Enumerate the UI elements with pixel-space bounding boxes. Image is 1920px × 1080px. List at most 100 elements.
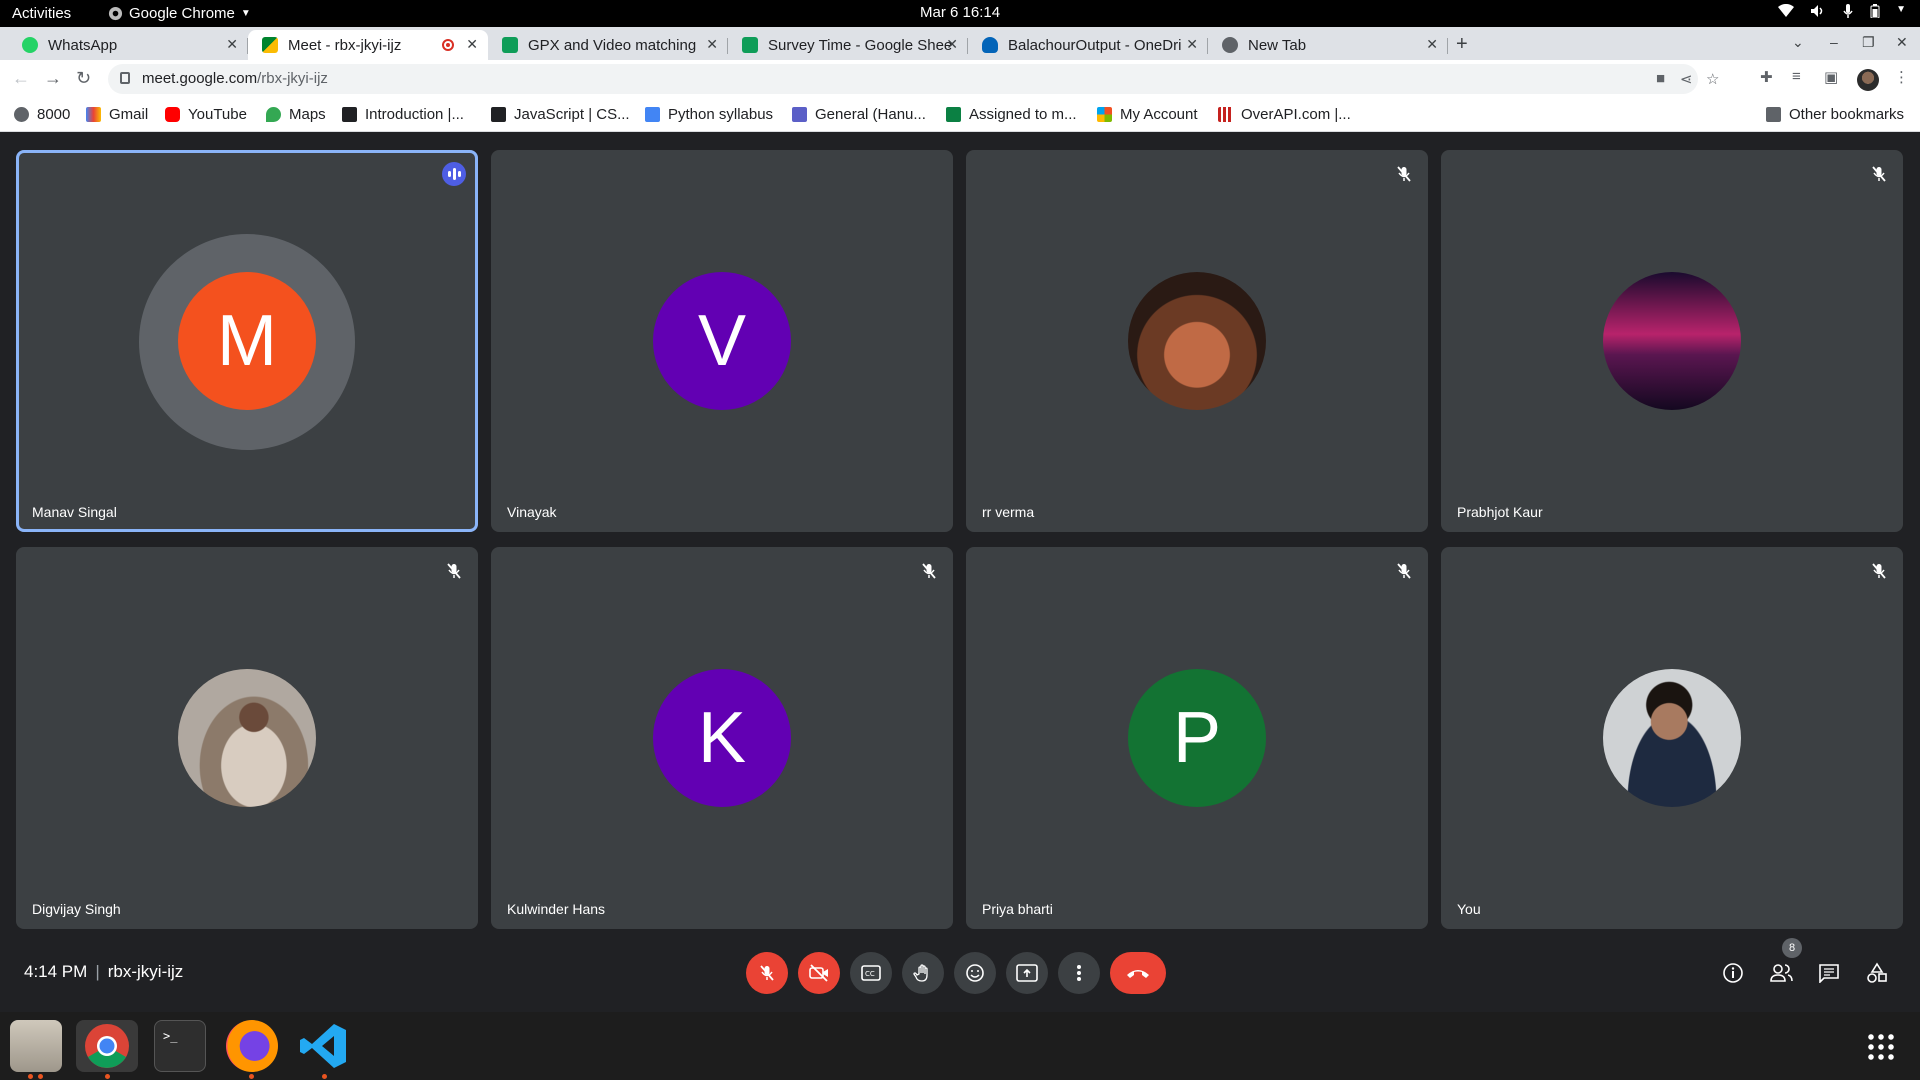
running-indicator: [249, 1074, 254, 1079]
tab-title: WhatsApp: [48, 36, 118, 54]
avatar-photo: [178, 669, 316, 807]
bookmark-overapi[interactable]: OverAPI.com |...: [1218, 106, 1351, 123]
firefox-icon[interactable]: [226, 1020, 278, 1072]
show-applications-icon[interactable]: [1866, 1032, 1896, 1062]
participant-tile[interactable]: M Manav Singal: [16, 150, 478, 532]
participant-tile[interactable]: rr verma: [966, 150, 1428, 532]
activities-panel-button[interactable]: [1864, 960, 1890, 986]
docs-icon: [645, 107, 660, 122]
bookmark-gmail[interactable]: Gmail: [86, 106, 148, 123]
mic-off-icon: [447, 563, 461, 579]
participant-tile[interactable]: P Priya bharti: [966, 547, 1428, 929]
toggle-camera-button[interactable]: [798, 952, 840, 994]
app-menu[interactable]: Google Chrome ▼: [108, 5, 251, 22]
bookmark-youtube[interactable]: YouTube: [165, 106, 247, 123]
bookmark-general[interactable]: General (Hanu...: [792, 106, 926, 123]
bookmark-maps[interactable]: Maps: [266, 106, 326, 123]
raise-hand-button[interactable]: [902, 952, 944, 994]
participant-tile[interactable]: Digvijay Singh: [16, 547, 478, 929]
camera-in-use-icon[interactable]: ■: [1656, 70, 1665, 87]
bookmark-assigned[interactable]: Assigned to m...: [946, 106, 1077, 123]
forward-icon[interactable]: →: [44, 68, 62, 89]
system-tray[interactable]: ▼: [1778, 4, 1906, 18]
battery-icon: [1870, 4, 1880, 18]
reload-icon[interactable]: ↻: [76, 68, 91, 89]
side-panel-icon[interactable]: ▣: [1824, 68, 1838, 86]
bookmark-label: Other bookmarks: [1789, 106, 1905, 123]
chrome-dock-icon[interactable]: [76, 1020, 138, 1072]
bookmark-label: JavaScript | CS...: [514, 106, 630, 123]
tab-gpx-video[interactable]: GPX and Video matching ✕: [488, 30, 728, 60]
maps-icon: [266, 107, 281, 122]
bookmark-label: Assigned to m...: [969, 106, 1077, 123]
youtube-icon: [165, 107, 180, 122]
reading-list-icon[interactable]: ≡: [1792, 68, 1801, 85]
more-options-button[interactable]: [1058, 952, 1100, 994]
people-button[interactable]: [1768, 960, 1794, 986]
caret-down-icon: ▼: [240, 8, 251, 19]
running-indicator: [28, 1074, 33, 1079]
bookmark-8000[interactable]: 8000: [14, 106, 70, 123]
bookmark-star-icon[interactable]: ☆: [1706, 70, 1719, 88]
close-tab-icon[interactable]: ✕: [946, 36, 958, 53]
participant-name: Kulwinder Hans: [507, 901, 606, 917]
bookmark-introduction[interactable]: Introduction |...: [342, 106, 464, 123]
tab-new-tab[interactable]: New Tab ✕: [1208, 30, 1448, 60]
avatar: V: [653, 272, 791, 410]
minimize-window-button[interactable]: –: [1830, 34, 1838, 50]
flag-icon: [946, 107, 961, 122]
hang-up-icon: [1127, 970, 1149, 978]
close-tab-icon[interactable]: ✕: [466, 36, 478, 53]
whatsapp-icon: [22, 37, 38, 53]
present-screen-button[interactable]: [1006, 952, 1048, 994]
bookmark-my-account[interactable]: My Account: [1097, 106, 1198, 123]
leave-call-button[interactable]: [1110, 952, 1166, 994]
meeting-info-button[interactable]: [1720, 960, 1746, 986]
tab-survey-time[interactable]: Survey Time - Google Shee ✕: [728, 30, 968, 60]
avatar-photo: [1128, 272, 1266, 410]
bookmark-javascript[interactable]: JavaScript | CS...: [491, 106, 630, 123]
participant-tile[interactable]: V Vinayak: [491, 150, 953, 532]
vscode-logo-icon: [300, 1024, 346, 1068]
other-bookmarks[interactable]: Other bookmarks: [1766, 106, 1904, 123]
files-icon[interactable]: [10, 1020, 62, 1072]
url-host: meet.google.com: [142, 70, 258, 87]
new-tab-button[interactable]: +: [1456, 33, 1468, 56]
participant-name: You: [1457, 901, 1481, 917]
tab-whatsapp[interactable]: WhatsApp ✕: [8, 30, 248, 60]
participant-tile[interactable]: K Kulwinder Hans: [491, 547, 953, 929]
chrome-menu-icon[interactable]: ⋮: [1894, 68, 1909, 86]
address-url[interactable]: meet.google.com/rbx-jkyi-ijz: [142, 70, 328, 87]
captions-button[interactable]: CC: [850, 952, 892, 994]
restore-window-button[interactable]: ❐: [1862, 34, 1875, 51]
participant-tile[interactable]: You: [1441, 547, 1903, 929]
close-window-button[interactable]: ✕: [1896, 34, 1908, 51]
extensions-icon[interactable]: ✚: [1760, 68, 1773, 86]
bookmark-label: Introduction |...: [365, 106, 464, 123]
teams-icon: [792, 107, 807, 122]
chat-button[interactable]: [1816, 960, 1842, 986]
reactions-button[interactable]: [954, 952, 996, 994]
close-tab-icon[interactable]: ✕: [226, 36, 238, 53]
close-tab-icon[interactable]: ✕: [1186, 36, 1198, 53]
activities-button[interactable]: Activities: [12, 5, 71, 22]
taskbar-dock: >_: [0, 1012, 1920, 1080]
toggle-microphone-button[interactable]: [746, 952, 788, 994]
terminal-icon[interactable]: >_: [154, 1020, 206, 1072]
tab-meet[interactable]: Meet - rbx-jkyi-ijz ✕: [248, 30, 488, 60]
bookmark-x-icon: [491, 107, 506, 122]
tab-onedrive[interactable]: BalachourOutput - OneDri ✕: [968, 30, 1208, 60]
address-bar[interactable]: meet.google.com/rbx-jkyi-ijz ■ ⋖ ☆: [108, 64, 1719, 94]
chrome-icon: [108, 6, 123, 21]
clock[interactable]: Mar 6 16:14: [920, 4, 1000, 21]
participant-tile[interactable]: Prabhjot Kaur: [1441, 150, 1903, 532]
back-icon[interactable]: ←: [12, 68, 30, 89]
close-tab-icon[interactable]: ✕: [706, 36, 718, 53]
bookmark-python-syllabus[interactable]: Python syllabus: [645, 106, 773, 123]
vscode-icon[interactable]: [298, 1020, 350, 1072]
close-tab-icon[interactable]: ✕: [1426, 36, 1438, 53]
tab-title: Meet - rbx-jkyi-ijz: [288, 36, 402, 54]
profile-avatar[interactable]: [1857, 69, 1879, 91]
tab-search-icon[interactable]: ⌄: [1792, 34, 1804, 51]
share-icon[interactable]: ⋖: [1680, 70, 1693, 88]
